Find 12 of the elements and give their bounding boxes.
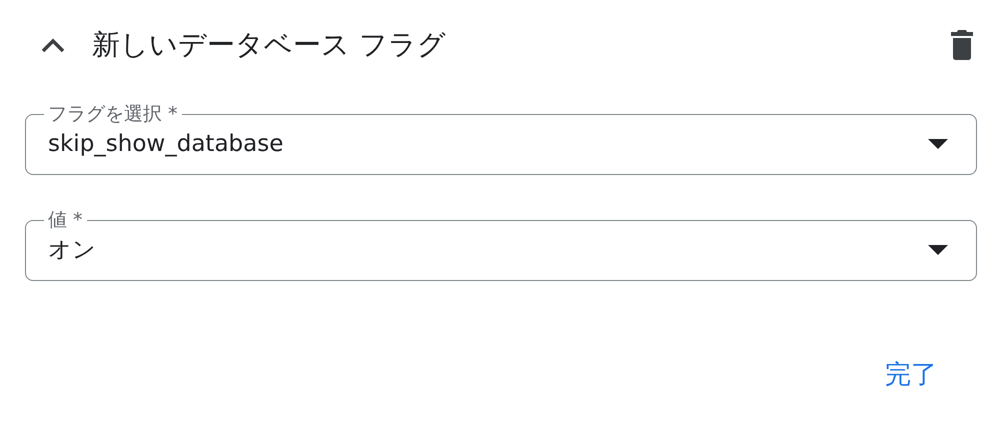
done-button[interactable]: 完了 (877, 353, 945, 396)
select-field[interactable]: フラグを選択 * skip_show_database (25, 103, 977, 175)
section-title: 新しいデータベース フラグ (92, 27, 446, 63)
collapse-icon[interactable] (40, 37, 66, 53)
selected-value: skip_show_database (48, 130, 284, 156)
field-label: 値 * (47, 209, 84, 231)
selected-value: オン (48, 236, 96, 265)
select-field[interactable]: 値 * オン (25, 209, 977, 281)
field-label: フラグを選択 * (47, 103, 179, 125)
dropdown-icon[interactable] (928, 244, 948, 254)
delete-icon[interactable] (951, 30, 973, 60)
dropdown-icon[interactable] (928, 138, 948, 148)
